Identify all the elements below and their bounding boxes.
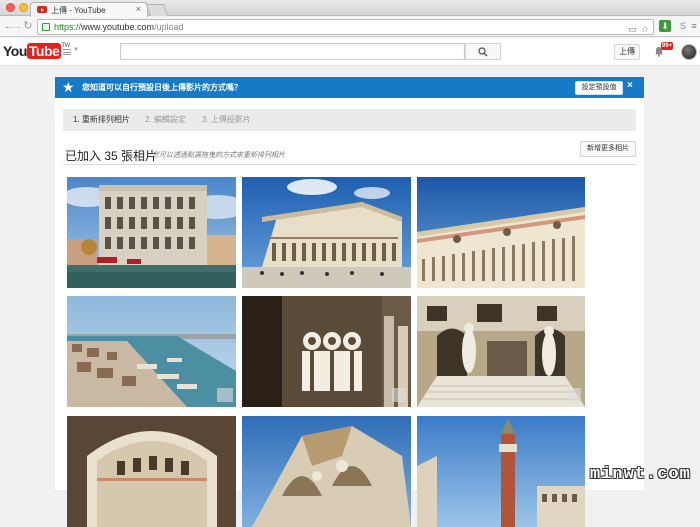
new-tab-button[interactable] bbox=[145, 4, 169, 16]
url-text: https://www.youtube.com/upload bbox=[54, 22, 184, 32]
photo-thumbnail[interactable] bbox=[417, 416, 585, 527]
photo-thumbnail[interactable] bbox=[67, 177, 236, 288]
guide-menu-icon[interactable] bbox=[63, 49, 71, 55]
photo-thumbnail[interactable] bbox=[242, 416, 411, 527]
watermark-text: minwt.com bbox=[590, 465, 691, 484]
star-icon: ★ bbox=[62, 79, 75, 95]
youtube-favicon-icon bbox=[37, 6, 47, 13]
reload-icon[interactable]: ↻ bbox=[22, 20, 34, 33]
lock-icon bbox=[42, 23, 50, 31]
info-banner: ★ 您知道可以自行預設日後上傳影片的方式嗎？ 設定預設值 × bbox=[55, 77, 644, 98]
step-progress-bar: 1. 重新排列相片 2. 編輯設定 3. 上傳投影片 bbox=[63, 109, 636, 131]
notification-count-badge: 99+ bbox=[661, 42, 674, 50]
upload-card: 1. 重新排列相片 2. 編輯設定 3. 上傳投影片 已加入 35 張相片 您可… bbox=[55, 98, 644, 527]
tab-close-icon[interactable]: × bbox=[136, 4, 141, 14]
set-defaults-button[interactable]: 設定預設值 bbox=[575, 81, 623, 95]
browser-titlebar: 上傳 - YouTube × bbox=[0, 0, 700, 17]
chrome-menu-icon[interactable]: ≡ bbox=[690, 20, 698, 32]
photo-thumbnail[interactable] bbox=[67, 416, 236, 527]
search-button[interactable] bbox=[465, 43, 501, 60]
youtube-header: You Tube TW ▼ 上傳 99+ bbox=[0, 38, 700, 66]
browser-tab[interactable]: 上傳 - YouTube × bbox=[30, 2, 148, 17]
page-icon[interactable]: ▭ bbox=[628, 22, 637, 36]
add-more-photos-button[interactable]: 新增更多相片 bbox=[580, 141, 636, 157]
close-icon[interactable]: × bbox=[627, 80, 633, 91]
browser-toolbar: ← → ↻ https://www.youtube.com/upload ▭ ☆… bbox=[0, 17, 700, 37]
search-icon bbox=[478, 47, 488, 57]
step-reorder-photos[interactable]: 1. 重新排列相片 bbox=[73, 109, 130, 131]
bookmark-star-icon[interactable]: ☆ bbox=[641, 22, 649, 36]
photo-thumbnail[interactable] bbox=[417, 177, 585, 288]
minimize-window-button[interactable] bbox=[19, 3, 28, 12]
avatar[interactable] bbox=[681, 44, 697, 60]
photo-thumbnail[interactable] bbox=[67, 296, 236, 407]
upload-button[interactable]: 上傳 bbox=[614, 44, 640, 60]
download-extension-icon[interactable]: ⬇ bbox=[659, 20, 671, 32]
photo-thumbnail[interactable] bbox=[242, 296, 411, 407]
divider bbox=[63, 164, 636, 165]
address-bar[interactable]: https://www.youtube.com/upload ▭ ☆ bbox=[37, 19, 654, 35]
chevron-down-icon[interactable]: ▼ bbox=[73, 47, 79, 53]
youtube-logo[interactable]: You Tube TW bbox=[3, 43, 70, 61]
tab-title: 上傳 - YouTube bbox=[51, 6, 106, 15]
photo-thumbnail[interactable] bbox=[417, 296, 585, 407]
s-extension-icon[interactable]: S bbox=[677, 20, 689, 32]
banner-message: 您知道可以自行預設日後上傳影片的方式嗎？ bbox=[82, 83, 242, 92]
close-window-button[interactable] bbox=[6, 3, 15, 12]
search-input[interactable] bbox=[120, 43, 465, 60]
step-upload-slideshow[interactable]: 3. 上傳投影片 bbox=[202, 109, 251, 131]
photo-thumbnail[interactable] bbox=[242, 177, 411, 288]
reorder-hint: 您可以透過點選拖曳的方式來重新排列相片 bbox=[152, 152, 285, 159]
step-edit-settings[interactable]: 2. 編輯設定 bbox=[145, 109, 186, 131]
photos-added-title: 已加入 35 張相片 bbox=[65, 149, 158, 163]
